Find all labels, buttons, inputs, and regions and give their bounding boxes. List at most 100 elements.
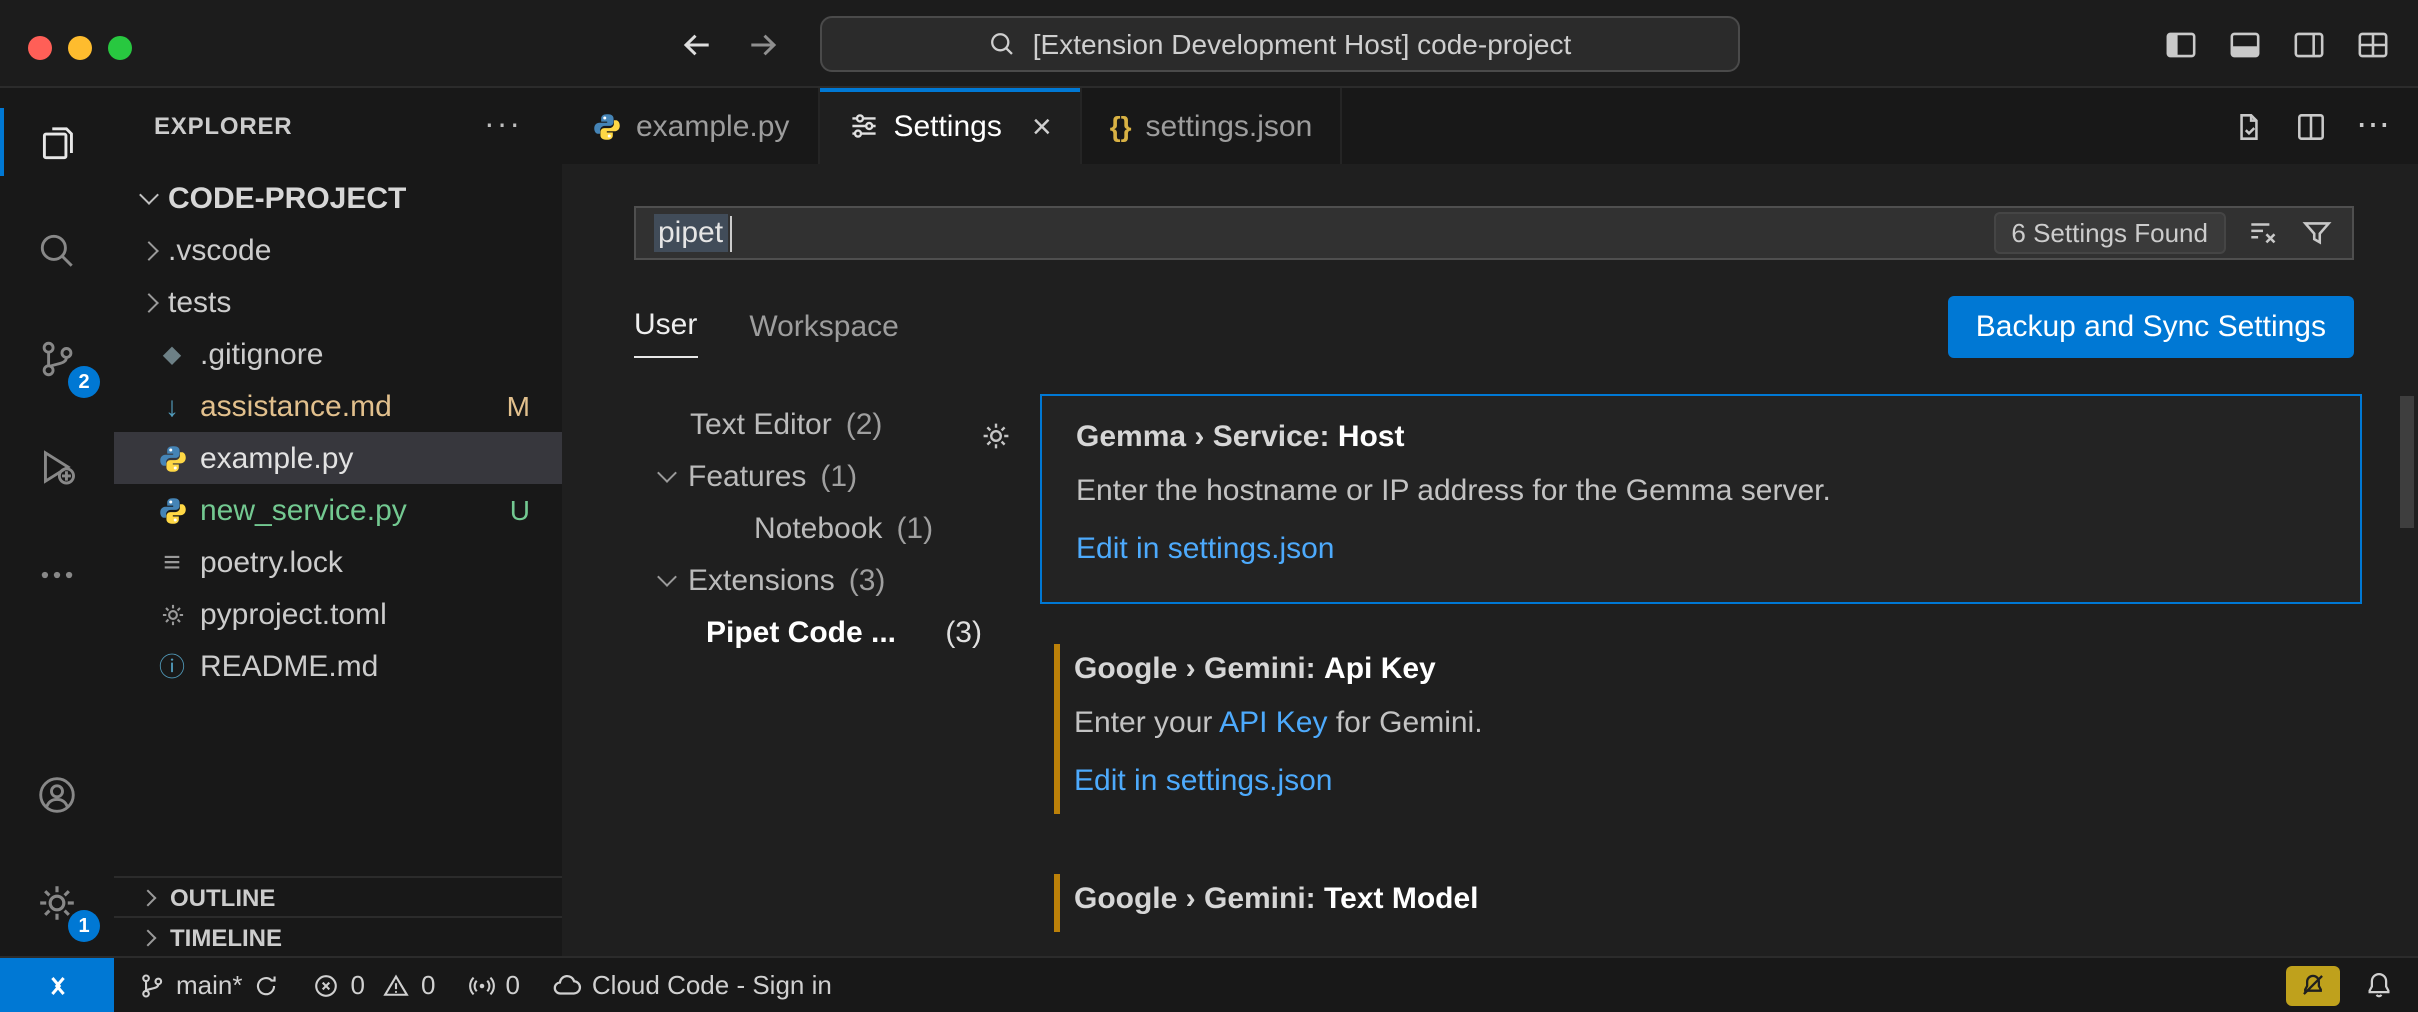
- command-center[interactable]: [Extension Development Host] code-projec…: [820, 16, 1740, 72]
- close-tab-icon[interactable]: ×: [1032, 109, 1052, 143]
- ports-status-item[interactable]: 0: [451, 958, 535, 1012]
- info-file-icon: ⓘ: [156, 653, 188, 679]
- git-file-icon: ◆: [156, 342, 188, 366]
- tree-item-readme-md[interactable]: ⓘ README.md: [114, 640, 562, 692]
- window-title: [Extension Development Host] code-projec…: [1033, 28, 1572, 60]
- setting-google-gemini-api-key[interactable]: Google › Gemini: Api Key Enter your API …: [1040, 628, 2362, 834]
- scope-tab-workspace[interactable]: Workspace: [749, 310, 899, 358]
- toc-notebook[interactable]: Notebook (1): [634, 502, 990, 554]
- zoom-window-button[interactable]: [108, 36, 132, 60]
- setting-title: Google › Gemini: Api Key: [1074, 652, 2330, 686]
- customize-layout-icon[interactable]: [2356, 28, 2390, 62]
- settings-sliders-icon: [847, 110, 879, 142]
- settings-badge: 1: [68, 910, 100, 942]
- explorer-more-actions-icon[interactable]: ···: [484, 108, 522, 144]
- chevron-right-icon: [139, 240, 159, 260]
- python-file-icon: [156, 443, 188, 473]
- sync-changes-icon: [253, 971, 281, 999]
- toc-features[interactable]: Features (1): [634, 450, 990, 502]
- run-debug-icon[interactable]: [0, 412, 114, 520]
- api-key-link[interactable]: API Key: [1219, 706, 1327, 740]
- chevron-right-icon: [140, 929, 157, 946]
- toc-extensions[interactable]: Extensions (3): [634, 554, 990, 606]
- minimize-window-button[interactable]: [68, 36, 92, 60]
- chevron-right-icon: [140, 889, 157, 906]
- broadcast-icon: [467, 971, 495, 999]
- edit-in-settings-json-link[interactable]: Edit in settings.json: [1076, 532, 2328, 566]
- tab-settings-json[interactable]: {} settings.json: [1082, 88, 1343, 164]
- setting-title: Google › Gemini: Text Model: [1074, 882, 2330, 916]
- python-file-icon: [590, 111, 622, 141]
- outline-section[interactable]: OUTLINE: [114, 876, 562, 916]
- tree-item-vscode[interactable]: .vscode: [114, 224, 562, 276]
- settings-scrollbar[interactable]: [2400, 396, 2414, 528]
- json-braces-icon: {}: [1110, 110, 1132, 142]
- timeline-section[interactable]: TIMELINE: [114, 916, 562, 956]
- tree-item-assistance-md[interactable]: ↓ assistance.md M: [114, 380, 562, 432]
- branch-status-item[interactable]: main*: [122, 958, 297, 1012]
- backup-sync-settings-button[interactable]: Backup and Sync Settings: [1948, 296, 2354, 358]
- split-editor-icon[interactable]: [2294, 109, 2328, 143]
- toggle-panel-icon[interactable]: [2228, 28, 2262, 62]
- settings-list: Gemma › Service: Host Enter the hostname…: [1040, 394, 2362, 956]
- toggle-secondary-sidebar-icon[interactable]: [2292, 28, 2326, 62]
- explorer-icon[interactable]: [0, 88, 114, 196]
- edit-in-settings-json-link[interactable]: Edit in settings.json: [1074, 764, 2330, 798]
- tree-root-code-project[interactable]: CODE-PROJECT: [114, 172, 562, 224]
- close-window-button[interactable]: [28, 36, 52, 60]
- tree-item-poetry-lock[interactable]: ≡ poetry.lock: [114, 536, 562, 588]
- settings-gear-icon[interactable]: 1: [0, 848, 114, 956]
- status-bar: main* 0 0 0 Cloud Code - Sign i: [0, 956, 2418, 1012]
- explorer-title: EXPLORER: [154, 112, 292, 140]
- cloud-icon: [552, 970, 582, 1000]
- git-branch-icon: [138, 971, 166, 999]
- notifications-bell-icon[interactable]: [2364, 970, 2394, 1000]
- setting-gemma-service-host[interactable]: Gemma › Service: Host Enter the hostname…: [1040, 394, 2362, 604]
- tree-item-example-py[interactable]: example.py: [114, 432, 562, 484]
- titlebar: [Extension Development Host] code-projec…: [0, 0, 2418, 88]
- chevron-down-icon: [657, 462, 677, 482]
- setting-description: Enter your API Key for Gemini.: [1074, 706, 2330, 740]
- navigate-back-button[interactable]: [680, 28, 714, 62]
- problems-status-item[interactable]: 0 0: [297, 958, 452, 1012]
- tab-settings[interactable]: Settings ×: [819, 88, 1081, 164]
- more-views-icon[interactable]: [0, 520, 114, 628]
- filter-icon[interactable]: [2300, 216, 2334, 250]
- settings-editor: pipet 6 Settings Found User Workspace Ba…: [562, 164, 2418, 956]
- cloud-code-status-item[interactable]: Cloud Code - Sign in: [536, 958, 848, 1012]
- remote-indicator[interactable]: [0, 958, 114, 1012]
- tree-item-gitignore[interactable]: ◆ .gitignore: [114, 328, 562, 380]
- markdown-file-icon: ↓: [156, 392, 188, 420]
- window-controls: [28, 36, 132, 60]
- toc-text-editor[interactable]: Text Editor (2): [634, 398, 990, 450]
- scope-tab-user[interactable]: User: [634, 308, 697, 358]
- tree-item-tests[interactable]: tests: [114, 276, 562, 328]
- git-modified-badge: M: [507, 390, 530, 422]
- search-icon[interactable]: [0, 196, 114, 304]
- warnings-icon: [383, 971, 411, 999]
- editor-more-actions-icon[interactable]: ⋯: [2356, 106, 2390, 146]
- tree-item-pyproject-toml[interactable]: pyproject.toml: [114, 588, 562, 640]
- setting-actions-gear-icon[interactable]: [980, 420, 1012, 452]
- navigate-forward-button[interactable]: [746, 28, 780, 62]
- settings-search-input[interactable]: pipet 6 Settings Found: [634, 206, 2354, 260]
- errors-icon: [313, 971, 341, 999]
- python-file-icon: [156, 495, 188, 525]
- accounts-icon[interactable]: [0, 740, 114, 848]
- activity-bar: 2 1: [0, 88, 114, 956]
- do-not-disturb-status-item[interactable]: [2286, 965, 2340, 1005]
- setting-google-gemini-text-model[interactable]: Google › Gemini: Text Model: [1040, 858, 2362, 952]
- explorer-sidebar: EXPLORER ··· CODE-PROJECT .vscode tests …: [114, 88, 562, 956]
- toggle-sidebar-icon[interactable]: [2164, 28, 2198, 62]
- open-settings-json-icon[interactable]: [2232, 109, 2266, 143]
- file-tree: CODE-PROJECT .vscode tests ◆ .gitignore …: [114, 164, 562, 692]
- tree-item-new-service-py[interactable]: new_service.py U: [114, 484, 562, 536]
- chevron-down-icon: [657, 566, 677, 586]
- tab-example-py[interactable]: example.py: [562, 88, 819, 164]
- git-untracked-badge: U: [510, 494, 530, 526]
- toc-pipet-code[interactable]: Pipet Code ... (3): [634, 606, 990, 658]
- editor-group: example.py Settings × {} settings.json: [562, 88, 2418, 956]
- clear-filters-icon[interactable]: [2246, 216, 2280, 250]
- source-control-icon[interactable]: 2: [0, 304, 114, 412]
- setting-title: Gemma › Service: Host: [1076, 420, 2328, 454]
